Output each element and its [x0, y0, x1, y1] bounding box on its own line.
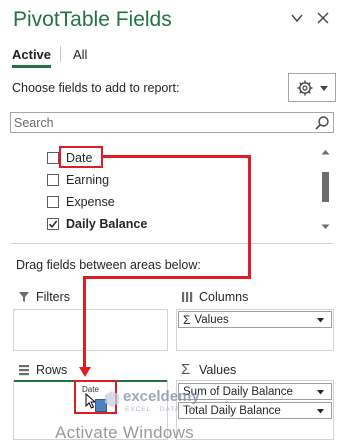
values-area-label: Values	[199, 363, 237, 377]
field-checkbox[interactable]	[47, 152, 59, 164]
field-label: Earning	[66, 173, 110, 187]
chevron-down-icon	[317, 390, 324, 395]
checkmark-icon	[48, 220, 58, 228]
chevron-down-icon	[317, 409, 324, 414]
field-list-scrollbar[interactable]	[320, 147, 331, 233]
values-chip-sum[interactable]: Sum of Daily Balance	[178, 383, 332, 400]
field-checkbox[interactable]	[47, 218, 59, 230]
annotation-arrow-icon	[79, 367, 91, 377]
brand-tagline: EXCEL · DATA · BI	[125, 406, 197, 413]
choose-fields-label: Choose fields to add to report:	[12, 81, 180, 95]
annotation-line-h1	[102, 155, 251, 158]
columns-values-chip[interactable]: Σ Values	[178, 311, 332, 328]
pane-options-button[interactable]	[290, 11, 304, 25]
date-field-highlight	[59, 146, 103, 168]
annotation-line-h2	[83, 276, 251, 279]
columns-icon	[182, 292, 193, 302]
tab-all[interactable]: All	[73, 47, 87, 62]
close-icon	[317, 12, 329, 24]
field-label: Daily Balance	[66, 217, 148, 231]
exceldemy-logo-icon	[105, 391, 119, 407]
chip-label: Values	[194, 313, 229, 326]
brand-name: exceldemy	[123, 388, 200, 405]
filter-icon	[19, 292, 29, 302]
scroll-up-icon[interactable]	[320, 148, 331, 156]
activate-windows-watermark: Activate Windows	[55, 423, 194, 442]
columns-area-label: Columns	[199, 290, 249, 304]
filters-drop-area[interactable]	[13, 309, 168, 351]
chevron-down-icon	[319, 85, 328, 91]
search-field[interactable]: Search	[10, 112, 334, 133]
pane-divider	[10, 243, 334, 244]
scroll-thumb[interactable]	[322, 172, 329, 202]
sigma-icon: Σ	[183, 312, 191, 327]
search-icon[interactable]	[314, 115, 330, 131]
close-button[interactable]	[316, 11, 330, 25]
gear-icon	[297, 80, 312, 95]
field-checkbox[interactable]	[47, 196, 59, 208]
field-checkbox[interactable]	[47, 174, 59, 186]
field-item-earning[interactable]: Earning	[47, 169, 307, 191]
search-input[interactable]: Search	[14, 116, 54, 130]
drag-fields-label: Drag fields between areas below:	[16, 258, 201, 272]
values-chip-total[interactable]: Total Daily Balance	[178, 402, 332, 419]
tab-active-underline	[12, 65, 51, 68]
chevron-down-icon	[317, 318, 324, 323]
field-item-expense[interactable]: Expense	[47, 191, 307, 213]
field-list-settings-button[interactable]	[288, 73, 336, 102]
field-item-daily-balance[interactable]: Daily Balance	[47, 213, 307, 235]
sigma-icon: Σ	[181, 361, 191, 378]
tab-active[interactable]: Active	[12, 47, 51, 62]
rows-icon	[19, 365, 29, 376]
filters-area-label: Filters	[36, 290, 71, 304]
rows-area-label: Rows	[36, 363, 68, 377]
pane-title: PivotTable Fields	[13, 8, 172, 31]
chevron-down-icon	[291, 14, 303, 23]
annotation-line-v2	[83, 276, 86, 368]
tab-separator	[60, 46, 61, 62]
chip-label: Total Daily Balance	[183, 404, 281, 417]
scroll-down-icon[interactable]	[320, 223, 331, 231]
field-label: Expense	[66, 195, 115, 209]
annotation-line-v1	[248, 155, 251, 279]
